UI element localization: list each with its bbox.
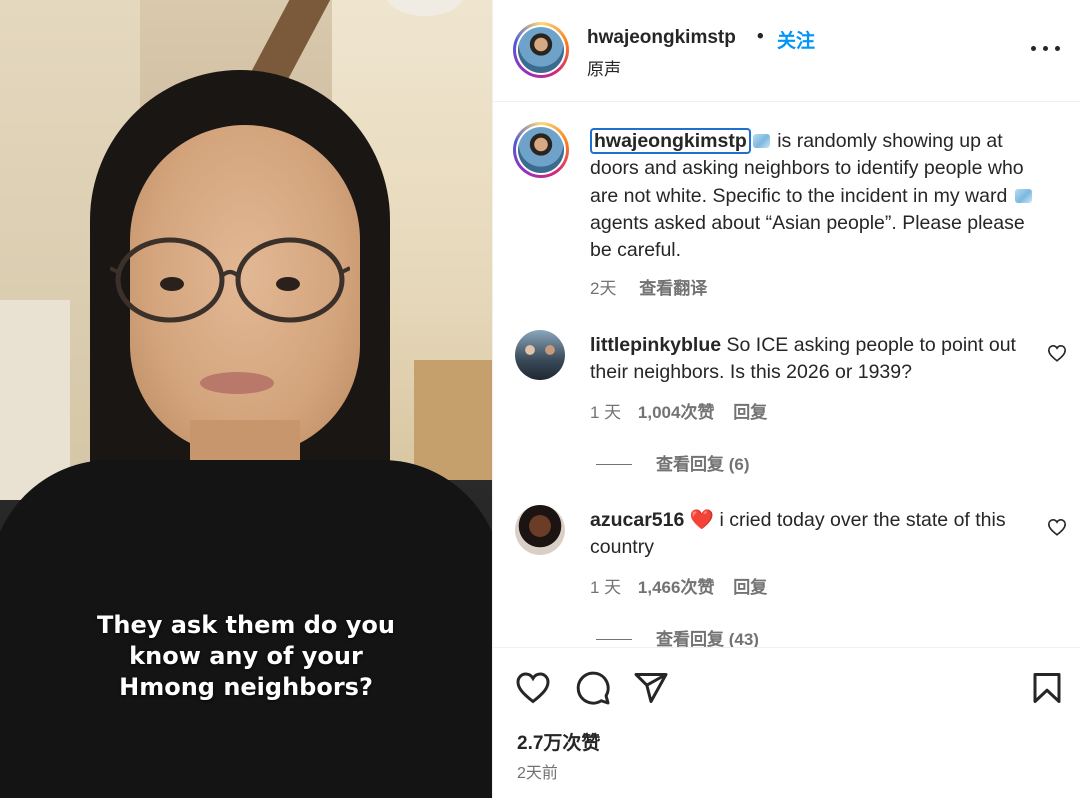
comment-text: littlepinkyblue So ICE asking people to …	[590, 332, 1030, 387]
avatar-image	[518, 27, 564, 73]
post-timestamp: 2天前	[517, 765, 558, 782]
author-username[interactable]: hwajeongkimstp	[587, 27, 736, 49]
more-dot	[1055, 46, 1060, 51]
avatar-ring-inner	[516, 125, 566, 175]
author-avatar[interactable]	[513, 22, 569, 78]
commenter-avatar[interactable]	[515, 505, 565, 555]
person-glasses	[110, 237, 350, 323]
heart-icon[interactable]	[515, 670, 551, 706]
post-header: hwajeongkimstp • 关注 原声	[493, 0, 1080, 102]
red-heart-emoji: ❤️	[689, 509, 715, 531]
more-options-icon[interactable]	[1029, 36, 1063, 60]
like-comment-heart-icon[interactable]	[1047, 518, 1067, 536]
replies-divider	[596, 464, 632, 465]
post-actions: 2.7万次赞 2天前	[493, 647, 1080, 798]
post-panel: hwajeongkimstp • 关注 原声 hwajeongkimstp is…	[492, 0, 1080, 798]
caption-username[interactable]: hwajeongkimstp	[590, 128, 751, 154]
caption-author-avatar[interactable]	[513, 122, 569, 178]
video-subtitle: They ask them do you know any of your Hm…	[0, 610, 492, 703]
comments-section[interactable]: hwajeongkimstp is randomly showing up at…	[493, 102, 1080, 647]
view-replies-label: 查看回复 (43)	[656, 630, 759, 647]
caption-time[interactable]: 2天	[590, 279, 616, 298]
replies-divider	[596, 639, 632, 640]
comment-like-count[interactable]: 1,466次赞	[638, 578, 715, 597]
view-replies-button[interactable]: 查看回复 (43)	[596, 625, 759, 647]
see-translation-button[interactable]: 查看翻译	[639, 279, 707, 298]
avatar-ring-inner	[516, 25, 566, 75]
subtitle-line: Hmong neighbors?	[119, 673, 373, 701]
commenter-username[interactable]: azucar516	[590, 509, 684, 531]
view-replies-label: 查看回复 (6)	[656, 455, 750, 474]
bookmark-icon[interactable]	[1029, 670, 1065, 706]
comment-icon[interactable]	[575, 670, 611, 706]
comment-like-count[interactable]: 1,004次赞	[638, 403, 715, 422]
like-comment-heart-icon[interactable]	[1047, 344, 1067, 362]
commenter-username[interactable]: littlepinkyblue	[590, 334, 721, 356]
person-lips	[200, 372, 274, 394]
commenter-avatar[interactable]	[515, 330, 565, 380]
comment-meta: 1 天 1,004次赞 回复	[590, 398, 767, 423]
video-player[interactable]: They ask them do you know any of your Hm…	[0, 0, 492, 798]
reply-button[interactable]: 回复	[733, 578, 767, 597]
more-dot	[1031, 46, 1036, 51]
comment-time[interactable]: 1 天	[590, 578, 621, 597]
comment-meta: 1 天 1,466次赞 回复	[590, 573, 767, 598]
more-dot	[1043, 46, 1048, 51]
view-replies-button[interactable]: 查看回复 (6)	[596, 450, 750, 475]
caption-text-part2: agents asked about “Asian people”. Pleas…	[590, 211, 1025, 262]
ice-cube-icon	[1014, 188, 1032, 203]
caption-meta: 2天 查看翻译	[590, 274, 707, 299]
post-like-count[interactable]: 2.7万次赞	[517, 728, 600, 755]
reply-button[interactable]: 回复	[733, 403, 767, 422]
follow-button[interactable]: 关注	[777, 26, 815, 53]
comment-text: azucar516 ❤️ i cried today over the stat…	[590, 507, 1030, 562]
ice-cube-icon	[752, 134, 770, 148]
separator-dot: •	[757, 26, 764, 47]
background-doorway	[414, 360, 492, 480]
share-icon[interactable]	[633, 670, 669, 706]
audio-label[interactable]: 原声	[587, 55, 621, 80]
post-caption: hwajeongkimstp is randomly showing up at…	[590, 128, 1050, 264]
comment-time[interactable]: 1 天	[590, 403, 621, 422]
avatar-image	[518, 127, 564, 173]
subtitle-line: know any of your	[129, 642, 363, 670]
subtitle-line: They ask them do you	[97, 611, 395, 639]
